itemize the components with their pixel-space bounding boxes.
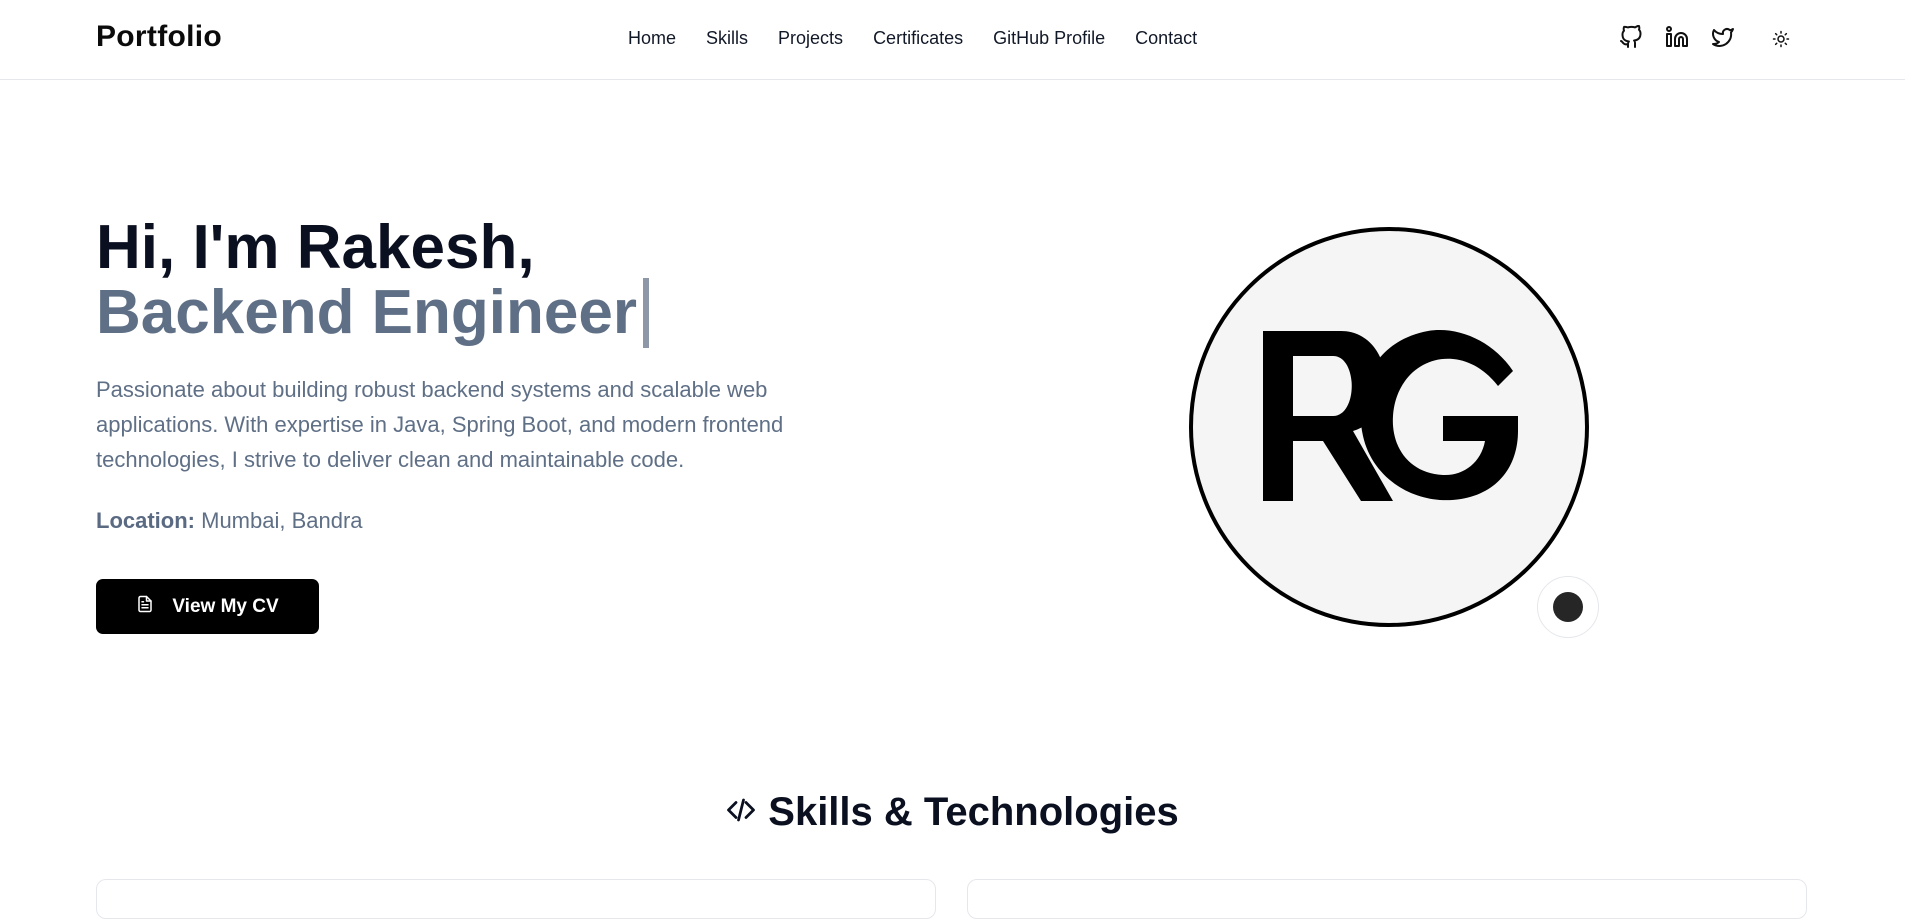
skills-title: Skills & Technologies	[768, 790, 1179, 834]
rg-monogram	[1263, 330, 1518, 501]
location-label: Location:	[96, 508, 195, 533]
nav-skills[interactable]: Skills	[706, 28, 748, 49]
social-links	[1618, 24, 1736, 50]
hero-role-text: Backend Engineer	[96, 278, 637, 347]
typing-caret	[642, 278, 649, 348]
hero-role: Backend Engineer	[96, 278, 649, 348]
skills-card	[96, 879, 936, 919]
nav-projects[interactable]: Projects	[778, 28, 843, 49]
code-icon	[726, 790, 756, 835]
nav-contact[interactable]: Contact	[1135, 28, 1197, 49]
site-header: Portfolio Home Skills Projects Certifica…	[0, 0, 1905, 80]
skills-heading: Skills & Technologies	[0, 790, 1905, 835]
location: Location: Mumbai, Bandra	[96, 508, 363, 534]
twitter-icon[interactable]	[1710, 24, 1736, 50]
hero-description: Passionate about building robust backend…	[96, 377, 784, 472]
profile-logo	[1189, 227, 1589, 627]
nav-github-profile[interactable]: GitHub Profile	[993, 28, 1105, 49]
location-value: Mumbai, Bandra	[201, 508, 363, 533]
document-icon	[136, 594, 154, 620]
github-icon[interactable]	[1618, 24, 1644, 50]
brand-logo[interactable]: Portfolio	[96, 20, 222, 54]
main-nav: Home Skills Projects Certificates GitHub…	[628, 28, 1197, 49]
linkedin-icon[interactable]	[1664, 24, 1690, 50]
nav-certificates[interactable]: Certificates	[873, 28, 963, 49]
view-cv-button[interactable]: View My CV	[96, 579, 319, 634]
skills-card	[967, 879, 1807, 919]
hero-greeting: Hi, I'm Rakesh,	[96, 213, 535, 282]
view-cv-label: View My CV	[172, 595, 279, 617]
nav-home[interactable]: Home	[628, 28, 676, 49]
status-indicator	[1537, 576, 1599, 638]
sun-icon[interactable]	[1768, 26, 1794, 52]
status-dot	[1553, 592, 1583, 622]
